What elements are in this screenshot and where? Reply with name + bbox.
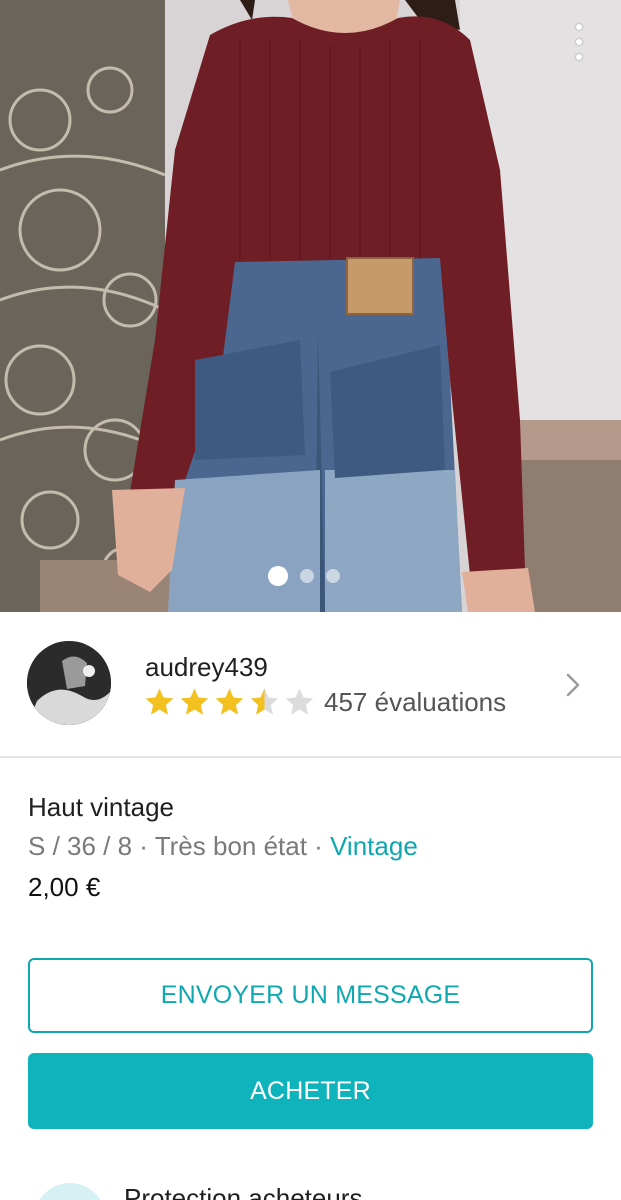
seller-reviews-count[interactable]: 457 évaluations (324, 687, 506, 718)
meta-separator: · (132, 831, 155, 861)
meta-separator: · (306, 831, 331, 861)
chevron-right-icon[interactable] (565, 672, 581, 698)
star-icon (180, 688, 209, 715)
buy-button[interactable]: ACHETER (28, 1053, 593, 1129)
item-photo[interactable] (0, 0, 621, 612)
item-size: S / 36 / 8 (28, 831, 133, 861)
seller-avatar[interactable] (27, 641, 111, 725)
seller-username[interactable]: audrey439 (145, 652, 268, 683)
star-icon (285, 688, 314, 715)
more-options-icon[interactable] (567, 22, 591, 62)
avatar-image (27, 641, 111, 725)
pagination-dot-active[interactable] (268, 566, 288, 586)
buyer-protection-label[interactable]: Protection acheteurs (124, 1183, 362, 1200)
item-page: audrey439 457 évaluations Haut vintage S… (0, 0, 621, 1200)
item-price: 2,00 € (28, 872, 101, 902)
photo-pagination (268, 566, 340, 586)
star-icon (215, 688, 244, 715)
item-brand-link[interactable]: Vintage (330, 831, 418, 861)
seller-rating (143, 686, 316, 719)
item-meta: S / 36 / 8 · Très bon état · Vintage (28, 828, 598, 864)
pagination-dot[interactable] (300, 569, 314, 583)
send-message-button[interactable]: ENVOYER UN MESSAGE (28, 958, 593, 1033)
star-icon (145, 688, 174, 715)
item-photo-image (0, 0, 621, 612)
star-icon (250, 688, 279, 715)
item-condition: Très bon état (154, 831, 307, 861)
item-title: Haut vintage (28, 792, 174, 822)
item-details: Haut vintage S / 36 / 8 · Très bon état … (28, 790, 598, 904)
shield-icon (34, 1183, 106, 1200)
seller-row[interactable]: audrey439 457 évaluations (0, 612, 621, 758)
pagination-dot[interactable] (326, 569, 340, 583)
